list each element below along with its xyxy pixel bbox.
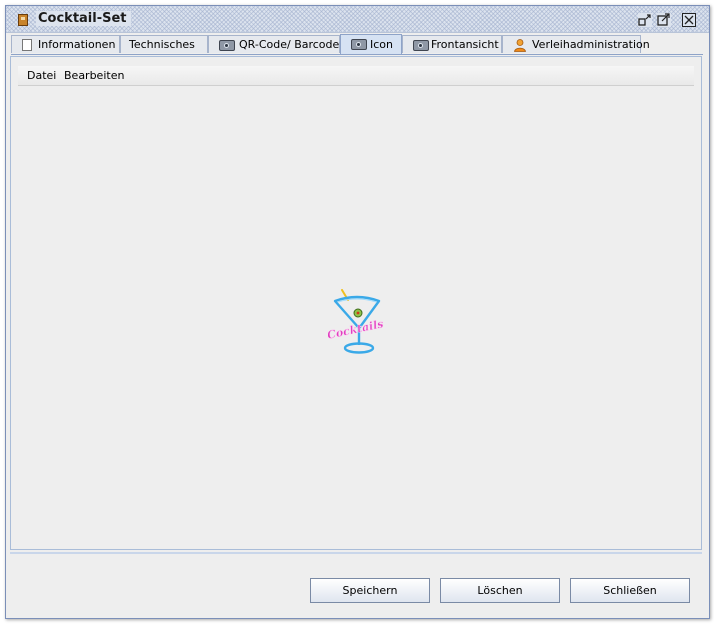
tab-frontansicht[interactable]: Frontansicht <box>402 35 502 53</box>
tab-label: Verleihadministration <box>532 38 650 51</box>
tab-verleihadministration[interactable]: Verleihadministration <box>502 35 650 53</box>
cocktail-glass-icon: Cocktails <box>326 289 385 354</box>
menu-datei[interactable]: Datei <box>27 69 56 82</box>
menu-bar: Datei Bearbeiten <box>18 66 694 86</box>
cocktails-logo-text: Cocktails <box>328 317 384 342</box>
close-label: Schließen <box>603 584 657 597</box>
maximize-icon[interactable] <box>657 13 671 27</box>
save-button[interactable]: Speichern <box>310 578 430 603</box>
tab-technisches[interactable]: Technisches <box>120 35 208 53</box>
document-icon <box>22 39 32 51</box>
close-icon[interactable] <box>682 13 696 27</box>
cocktail-image: Cocktails <box>326 289 385 359</box>
tab-label: Icon <box>370 38 393 51</box>
close-button[interactable]: Schließen <box>570 578 690 603</box>
delete-button[interactable]: Löschen <box>440 578 560 603</box>
app-book-icon <box>18 14 28 26</box>
tab-label: QR-Code/ Barcode <box>239 38 340 51</box>
tab-label: Frontansicht <box>431 38 499 51</box>
title-bar[interactable]: Cocktail-Set <box>6 6 709 33</box>
tab-qr-code[interactable]: QR-Code/ Barcode <box>208 35 340 53</box>
window-frame: Cocktail-Set Informationen Technisches Q… <box>5 5 710 619</box>
camera-icon <box>219 40 235 51</box>
delete-label: Löschen <box>477 584 523 597</box>
user-icon <box>513 38 527 52</box>
separator <box>10 552 702 554</box>
save-label: Speichern <box>342 584 398 597</box>
tab-label: Technisches <box>129 38 195 51</box>
tab-label: Informationen <box>38 38 116 51</box>
camera-icon <box>413 40 429 51</box>
menu-bearbeiten[interactable]: Bearbeiten <box>64 69 124 82</box>
window-title: Cocktail-Set <box>36 11 131 26</box>
tab-informationen[interactable]: Informationen <box>11 35 120 53</box>
tab-icon[interactable]: Icon <box>340 34 402 54</box>
restore-icon[interactable] <box>638 13 652 27</box>
tab-bar: Informationen Technisches QR-Code/ Barco… <box>11 34 703 55</box>
camera-icon <box>351 39 367 50</box>
